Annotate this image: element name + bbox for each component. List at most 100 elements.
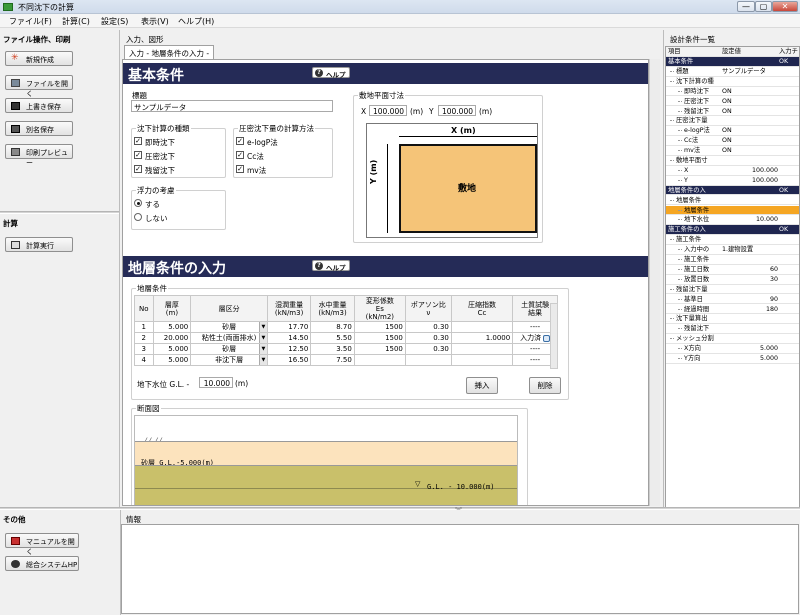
y-input[interactable]: 100.000	[438, 105, 476, 116]
menu-calc[interactable]: 計算(C)	[62, 16, 90, 27]
condition-row[interactable]: 敷地平面寸	[666, 156, 799, 166]
condition-row[interactable]: mv法 ON	[666, 146, 799, 156]
layer-cell[interactable]: 1	[134, 321, 154, 333]
elogp-checkbox[interactable]: ✓	[236, 137, 244, 145]
close-button[interactable]: ✕	[772, 1, 798, 12]
title-input[interactable]: サンプルデータ	[131, 100, 333, 112]
dropdown-arrow-icon[interactable]: ▼	[258, 344, 267, 354]
homepage-button[interactable]: 総合システムHP	[5, 556, 79, 571]
layer-cell[interactable]	[450, 321, 514, 333]
condition-row[interactable]: e-logP法 ON	[666, 126, 799, 137]
layer-cell[interactable]: 0.30	[404, 332, 452, 344]
condition-row[interactable]: メッシュ分割	[666, 334, 799, 344]
layer-cell[interactable]: 14.50	[266, 332, 312, 344]
layer-cell[interactable]: 2	[134, 332, 154, 344]
layer-cell[interactable]: 1500	[353, 332, 406, 344]
x-input[interactable]: 100.000	[369, 105, 407, 116]
condition-row[interactable]: 施工日数 60	[666, 265, 799, 275]
condition-row[interactable]: 残留沈下	[666, 324, 799, 335]
layer-cell[interactable]: 3.50	[310, 343, 355, 355]
layer-cell[interactable]: 1500	[353, 321, 406, 333]
layer-table-scrollbar[interactable]	[550, 303, 558, 369]
layer-cell[interactable]: 5.000	[152, 343, 192, 355]
chevron-down-icon[interactable]: ︾	[455, 506, 462, 516]
condition-row[interactable]: 基準日 90	[666, 295, 799, 305]
open-button[interactable]: ファイルを開く	[5, 75, 73, 98]
layer-cell[interactable]: 12.50	[266, 343, 312, 355]
layer-cell[interactable]: 5.50	[310, 332, 355, 344]
layer-cell[interactable]: 粘性土(両面排水) ▼	[190, 332, 268, 344]
condition-row[interactable]: X 100.000	[666, 166, 799, 176]
condition-row[interactable]: Cc法 ON	[666, 136, 799, 146]
condition-row[interactable]: 残留沈下量	[666, 285, 799, 295]
layer-row[interactable]: 4 5.000 非沈下層 ▼ 16.50 7.50 ----	[134, 354, 558, 366]
layer-row[interactable]: 3 5.000 砂層 ▼ 12.50 3.50 1500 0.30 ----	[134, 343, 558, 355]
layer-cell[interactable]	[450, 343, 514, 355]
layer-cell[interactable]: 0.30	[404, 343, 452, 355]
content-scrollbar[interactable]	[649, 59, 660, 506]
dropdown-arrow-icon[interactable]: ▼	[258, 322, 267, 332]
run-calc-button[interactable]: 計算実行	[5, 237, 73, 252]
delete-button[interactable]: 削除	[529, 377, 561, 394]
layer-cell[interactable]: 1.0000	[450, 332, 514, 344]
buoyancy-yes-radio[interactable]	[134, 199, 142, 207]
condition-row[interactable]: 施工条件	[666, 235, 799, 245]
layer-cell[interactable]: 非沈下層 ▼	[190, 354, 268, 366]
buoyancy-no-radio[interactable]	[134, 213, 142, 221]
minimize-button[interactable]: —	[737, 1, 755, 12]
layer-cell[interactable]: 4	[134, 354, 154, 366]
menu-help[interactable]: ヘルプ(H)	[178, 16, 214, 27]
save-as-button[interactable]: 別名保存	[5, 121, 73, 136]
left-divider-1[interactable]	[0, 211, 119, 214]
save-button[interactable]: 上書き保存	[5, 98, 73, 113]
menu-view[interactable]: 表示(V)	[141, 16, 169, 27]
maximize-button[interactable]: ▢	[755, 1, 772, 12]
condition-row[interactable]: 施工条件	[666, 255, 799, 265]
consolidation-checkbox[interactable]: ✓	[134, 151, 142, 159]
layer-cell[interactable]: 7.50	[310, 354, 355, 366]
menu-settings[interactable]: 設定(S)	[101, 16, 128, 27]
layer-cell[interactable]: 0.30	[404, 321, 452, 333]
condition-row[interactable]: 施工条件の入 OK	[666, 225, 799, 236]
condition-row[interactable]: 地下水位 10.000	[666, 215, 799, 226]
dropdown-arrow-icon[interactable]: ▼	[258, 333, 267, 343]
manual-button[interactable]: マニュアルを開く	[5, 533, 79, 556]
layer-cell[interactable]: 16.50	[266, 354, 312, 366]
condition-row[interactable]: 圧密沈下量	[666, 116, 799, 127]
condition-row[interactable]: 基本条件 OK	[666, 57, 799, 67]
layer-cell[interactable]: 17.70	[266, 321, 312, 333]
groundwater-input[interactable]: 10.000	[199, 377, 233, 388]
layer-cell[interactable]: 3	[134, 343, 154, 355]
condition-row[interactable]: 圧密沈下 ON	[666, 97, 799, 107]
condition-row[interactable]: 沈下量算出	[666, 314, 799, 325]
condition-row[interactable]: 入力中の 1.建物設置	[666, 245, 799, 255]
layer-row[interactable]: 2 20.000 粘性土(両面排水) ▼ 14.50 5.50 1500 0.30 1.0000…	[134, 332, 558, 344]
condition-row[interactable]: 経過時間 180	[666, 305, 799, 315]
mv-checkbox[interactable]: ✓	[236, 165, 244, 173]
basic-help-button[interactable]: ? ヘルプ	[312, 67, 350, 79]
layer-cell[interactable]: 8.70	[310, 321, 355, 333]
layer-cell[interactable]: 砂層 ▼	[190, 321, 268, 333]
condition-row[interactable]: X方向 5.000	[666, 344, 799, 354]
dropdown-arrow-icon[interactable]: ▼	[258, 355, 267, 365]
layer-cell[interactable]: 20.000	[152, 332, 192, 344]
layer-cell[interactable]	[404, 354, 452, 366]
condition-row[interactable]: 標題 サンプルデータ	[666, 67, 799, 77]
insert-button[interactable]: 挿入	[466, 377, 498, 394]
condition-row[interactable]: 沈下計算の種	[666, 77, 799, 87]
condition-row[interactable]: Y 100.000	[666, 176, 799, 186]
condition-row[interactable]: 即時沈下 ON	[666, 87, 799, 97]
layer-cell[interactable]	[353, 354, 406, 366]
layer-cell[interactable]: 5.000	[152, 354, 192, 366]
layer-cell[interactable]: 1500	[353, 343, 406, 355]
tab-layer-input[interactable]: 入力 - 地層条件の入力 -	[124, 45, 215, 59]
cc-checkbox[interactable]: ✓	[236, 151, 244, 159]
layer-cell[interactable]	[450, 354, 514, 366]
condition-row[interactable]: 残留沈下 ON	[666, 107, 799, 117]
condition-row[interactable]: 地層条件	[666, 205, 799, 216]
immediate-checkbox[interactable]: ✓	[134, 137, 142, 145]
condition-row[interactable]: Y方向 5.000	[666, 354, 799, 364]
condition-row[interactable]: 地層条件の入 OK	[666, 185, 799, 196]
menu-file[interactable]: ファイル(F)	[9, 16, 52, 27]
layer-row[interactable]: 1 5.000 砂層 ▼ 17.70 8.70 1500 0.30 ----	[134, 321, 558, 333]
